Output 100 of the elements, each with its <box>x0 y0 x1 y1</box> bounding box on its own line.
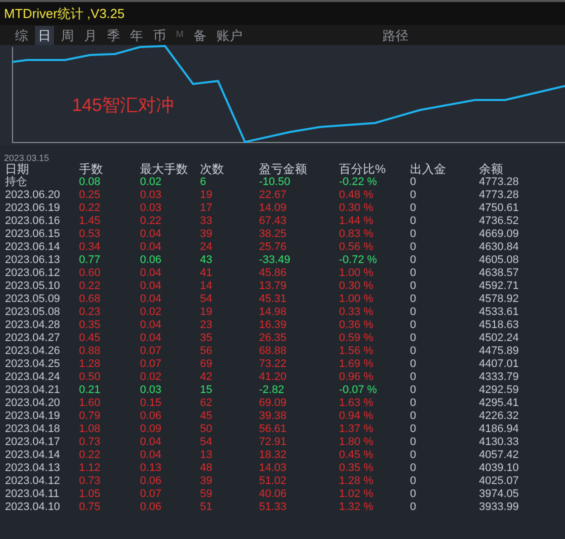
table-cell-text: 0.09 <box>140 423 162 436</box>
table-cell-text: 4025.07 <box>479 475 520 488</box>
table-cell-text: 0.75 <box>79 501 102 514</box>
table-cell-text: 0.04 <box>140 267 162 280</box>
table-cell-text: 68.88 <box>259 345 288 358</box>
table-cell-text: 0.83 % <box>339 228 374 241</box>
table-cell-text: 0.03 <box>140 189 162 202</box>
table-cell-text: 50 <box>200 423 214 436</box>
table-cell-text: 0.79 <box>79 410 102 423</box>
tab[interactable]: 备 <box>190 26 210 44</box>
table-cell-text: 0.04 <box>140 449 162 462</box>
table-cell-text: 18.32 <box>259 449 288 462</box>
table-cell-text: 2023.04.28 <box>4 319 62 332</box>
table-cell-text: 38.25 <box>259 228 288 241</box>
table-cell-text: 4773.28 <box>479 176 520 189</box>
table-cell-text: 0.06 <box>140 501 162 514</box>
table-cell-text: 0 <box>410 423 418 436</box>
table-cell-text: 0.21 <box>79 384 102 397</box>
table-cell-text: 4533.61 <box>479 306 520 319</box>
table-cell-text: 0 <box>410 202 418 215</box>
table-cell-text: 0.07 <box>140 488 162 501</box>
table-cell-text: 0.22 <box>140 215 162 228</box>
table-cell-text: 0.73 <box>79 475 102 488</box>
tab[interactable]: 月 <box>81 26 100 44</box>
table-cell-text: 0.07 <box>140 345 162 358</box>
table-cell-text: 54 <box>200 436 214 449</box>
table-cell-text: 2023.04.14 <box>4 449 62 462</box>
table-cell-text: 1.28 % <box>339 475 374 488</box>
table-cell-text: 0.35 <box>79 319 102 332</box>
table-cell-text: 1.28 <box>79 358 102 371</box>
table-cell-text: 43 <box>200 254 214 267</box>
table-cell-text: 2023.04.27 <box>4 332 62 345</box>
table-cell-text: 0.45 <box>79 332 102 345</box>
table-cell-text: 4736.52 <box>479 215 520 228</box>
table-cell-text: 4638.57 <box>479 267 520 280</box>
table-cell-text: 0 <box>410 449 418 462</box>
table-cell-text: 14.03 <box>259 462 288 475</box>
table-cell-text: 0.06 <box>140 410 162 423</box>
tab[interactable]: 币 <box>150 26 169 44</box>
table-cell-text: 14.09 <box>259 202 288 215</box>
table-cell-text: 2023.04.24 <box>4 371 62 384</box>
table-cell-text: 41 <box>200 267 214 280</box>
table-cell-text: 0.22 <box>79 449 102 462</box>
table-cell-text: 56.61 <box>259 423 288 436</box>
table-cell-text: 13 <box>200 449 214 462</box>
tab[interactable]: 季 <box>104 26 123 44</box>
table-cell-text: 0.03 <box>140 202 162 215</box>
table-cell-text: 4226.32 <box>479 410 520 423</box>
table-cell-text: 48 <box>200 462 214 475</box>
table-cell-text: 2023.04.12 <box>4 475 62 488</box>
column-header: 次数 <box>200 163 225 176</box>
table-cell-text: 4295.41 <box>479 397 520 410</box>
table-cell-text: 0 <box>410 254 418 267</box>
table-cell-text: 1.05 <box>79 488 102 501</box>
tab[interactable]: 日 <box>35 26 54 44</box>
table-cell-text: 0 <box>410 345 418 358</box>
chart-label: 145智汇对冲 <box>72 94 174 117</box>
table-cell-text: 0 <box>410 488 418 501</box>
table-cell-text: 0.04 <box>140 436 162 449</box>
table-cell-text: 1.60 <box>79 397 102 410</box>
table-cell-text: 0 <box>410 293 418 306</box>
table-cell-text: 0.30 % <box>339 202 374 215</box>
table-cell-text: 0.35 % <box>339 462 374 475</box>
table-cell-text: 67.43 <box>259 215 288 228</box>
table-cell-text: 19 <box>200 189 214 202</box>
table-cell-text: 0 <box>410 241 418 254</box>
table-cell-text: 0.25 <box>79 189 102 202</box>
table-cell-text: 0.50 <box>79 371 102 384</box>
tab[interactable]: 路径 <box>380 26 412 44</box>
table-cell-text: 45.31 <box>259 293 288 306</box>
tab[interactable]: 账户 <box>214 26 246 44</box>
table-cell-text: 0 <box>410 397 418 410</box>
table-cell-text: 0.06 <box>140 475 162 488</box>
table-cell-text: 2023.06.16 <box>4 215 62 228</box>
table-cell-text: 4750.61 <box>479 202 520 215</box>
table-cell-text: 0 <box>410 501 418 514</box>
table-cell-text: 0.96 % <box>339 371 374 384</box>
table-cell-text: 0.77 <box>79 254 102 267</box>
table-cell-text: 0.30 % <box>339 280 374 293</box>
table-cell-text: 1.80 % <box>339 436 374 449</box>
table-cell-text: 0.22 <box>79 202 102 215</box>
tab[interactable]: 年 <box>127 26 146 44</box>
table-cell-text: 0.15 <box>140 397 162 410</box>
table-cell-text: 1.08 <box>79 423 102 436</box>
table-cell-text: 51 <box>200 501 214 514</box>
table-cell-text: 0.02 <box>140 176 162 189</box>
table-cell-text: 4057.42 <box>479 449 520 462</box>
column-header: 日期 <box>4 163 30 176</box>
table-cell-text: 22.67 <box>259 189 288 202</box>
table-cell-text: 0.94 % <box>339 410 374 423</box>
table-cell-text: 51.33 <box>259 501 288 514</box>
table-cell-text: 2023.04.26 <box>4 345 62 358</box>
tab[interactable]: 综 <box>12 26 31 44</box>
table-cell-text: 33 <box>200 215 214 228</box>
table-cell-text: 2023.06.19 <box>4 202 62 215</box>
tab[interactable]: 周 <box>58 26 77 44</box>
table-cell-text: 0 <box>410 384 418 397</box>
table-cell-text: 0.34 <box>79 241 102 254</box>
table-cell-text: 0.68 <box>79 293 102 306</box>
table-cell-text: 2023.04.25 <box>4 358 62 371</box>
